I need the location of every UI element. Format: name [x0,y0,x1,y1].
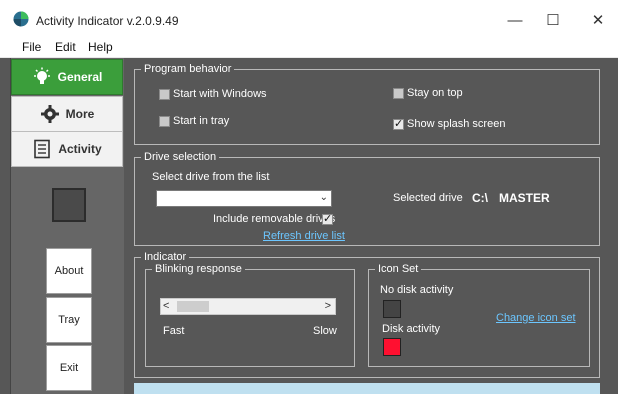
select-drive-label: Select drive from the list [152,171,270,183]
program-behavior-group: Program behavior [134,62,600,145]
start-in-tray-label: Start in tray [173,115,230,127]
document-icon [34,139,51,159]
activity-indicator-preview [52,188,86,222]
menu-help[interactable]: Help [88,40,113,54]
chevron-down-icon: ⌄ [319,192,328,203]
start-in-tray-checkbox[interactable] [159,116,170,127]
icon-set-legend: Icon Set [375,262,422,276]
no-disk-activity-label: No disk activity [380,284,454,296]
blinking-speed-slider[interactable]: < > [160,298,336,315]
exit-button[interactable]: Exit [46,345,92,391]
disk-activity-label: Disk activity [382,323,441,335]
selected-drive-label: Selected drive [393,192,463,204]
close-button[interactable]: ✕ [583,7,613,33]
minimize-button[interactable]: — [500,7,530,33]
include-removable-label: Include removable drives [213,213,336,225]
donate-banner[interactable] [134,383,600,394]
show-splash-label: Show splash screen [407,118,506,130]
nav-general-label: General [57,70,103,84]
maximize-icon: ☐ [546,12,560,29]
blinking-response-legend: Blinking response [152,262,245,276]
no-activity-swatch [383,300,401,318]
close-icon: ✕ [591,12,605,29]
change-icon-set-link[interactable]: Change icon set [496,312,576,324]
show-splash-checkbox[interactable] [393,117,404,130]
stay-on-top-label: Stay on top [407,87,463,99]
slider-thumb[interactable] [177,301,209,312]
drive-dropdown[interactable]: ⌄ [156,190,332,207]
nav-more-label: More [65,107,95,121]
window-title: Activity Indicator v.2.0.9.49 [36,14,179,28]
start-with-windows-checkbox[interactable] [159,89,170,100]
slow-label: Slow [313,325,337,337]
menu-bar: File Edit Help [0,36,618,58]
app-logo-icon [13,11,29,27]
menu-file[interactable]: File [22,40,41,54]
program-behavior-legend: Program behavior [141,62,235,76]
start-with-windows-label: Start with Windows [173,88,267,100]
stay-on-top-checkbox[interactable] [393,88,404,99]
fast-label: Fast [163,325,185,337]
selected-drive-name: MASTER [499,191,550,205]
minimize-icon: — [507,11,523,29]
scroll-left-icon[interactable]: < [163,300,169,312]
maximize-button[interactable]: ☐ [538,7,568,33]
about-button[interactable]: About [46,248,92,294]
nav-activity[interactable]: Activity [11,131,123,167]
selected-drive-letter: C:\ [472,191,488,205]
menu-edit[interactable]: Edit [55,40,76,54]
tray-button[interactable]: Tray [46,297,92,343]
drive-selection-legend: Drive selection [141,150,220,164]
disk-activity-swatch [383,338,401,356]
title-bar: Activity Indicator v.2.0.9.49 — ☐ ✕ [0,0,618,36]
nav-activity-label: Activity [58,142,102,156]
scroll-right-icon[interactable]: > [325,300,331,312]
gear-icon [40,105,59,123]
nav-general[interactable]: General [11,59,123,95]
nav-more[interactable]: More [11,96,123,132]
lightbulb-icon [33,67,50,84]
refresh-drive-list-link[interactable]: Refresh drive list [263,230,345,242]
include-removable-checkbox[interactable] [322,212,333,225]
blinking-response-group: Blinking response [145,262,355,367]
